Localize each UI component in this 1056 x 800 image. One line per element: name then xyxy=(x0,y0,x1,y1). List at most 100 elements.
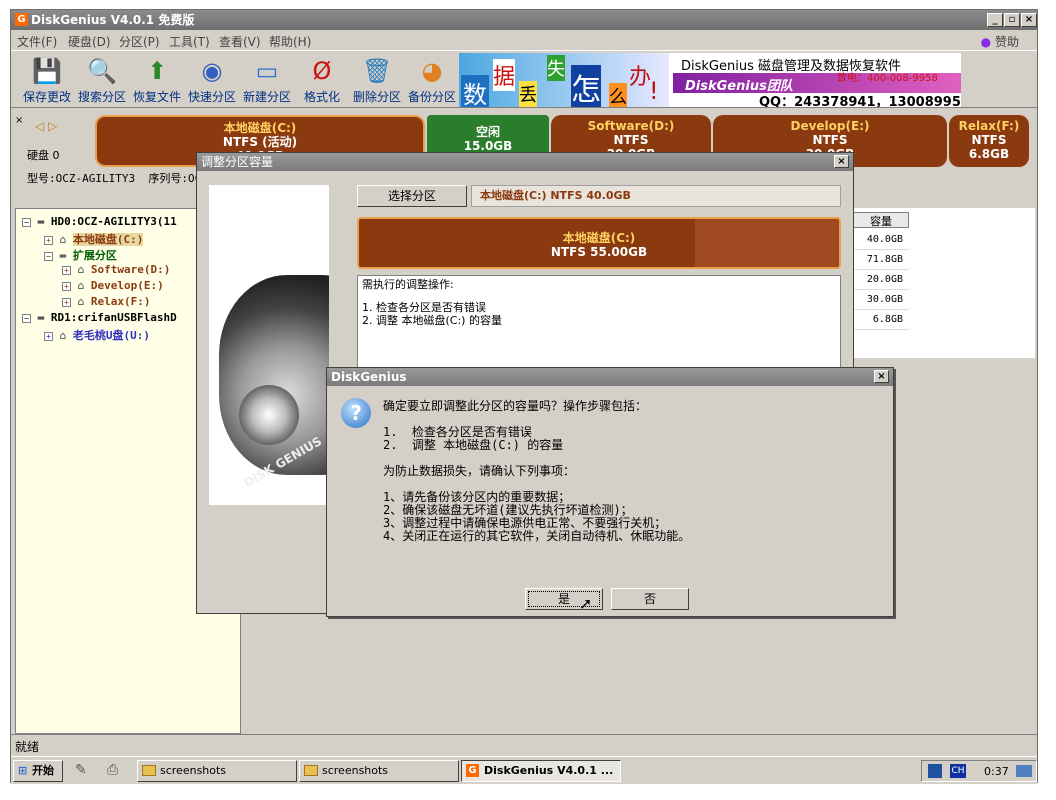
backup-partition-button[interactable]: ◕ 备份分区 xyxy=(404,55,460,105)
banner-char: 据 xyxy=(493,59,516,91)
banner-char: 失 xyxy=(547,55,565,81)
grid-cell[interactable]: 20.0GB xyxy=(853,270,909,290)
tree-partition-f[interactable]: + ⌂ Relax(F:) xyxy=(62,295,150,311)
grid-cell[interactable]: 6.8GB xyxy=(853,310,909,330)
tree-partition-u[interactable]: + ⌂ 老毛桃U盘(U:) xyxy=(44,327,150,343)
task-diskgenius[interactable]: G DiskGenius V4.0.1 ... xyxy=(461,760,621,782)
hard-disk-image: DISK GENIUS xyxy=(209,185,329,505)
disk-model: 型号:OCZ-AGILITY3 xyxy=(27,172,136,185)
donate-icon: ● xyxy=(980,35,992,49)
banner-qq: QQ：243378941，13008995 8 xyxy=(759,95,961,107)
tree-partition-e[interactable]: + ⌂ Develop(E:) xyxy=(62,279,164,295)
confirm-warning: 为防止数据损失，请确认下列事项： xyxy=(383,464,576,478)
expand-icon[interactable]: + xyxy=(62,265,71,275)
disk-serial: 序列号:OC xyxy=(148,172,202,185)
monitor-icon[interactable] xyxy=(928,764,942,778)
quicklaunch-icon[interactable]: ✎ xyxy=(75,762,87,778)
tree-disk-rd1[interactable]: − ▬ RD1:crifanUSBFlashD xyxy=(22,311,177,327)
menu-help[interactable]: 帮助(H) xyxy=(269,33,311,50)
toolbar: 💾 保存更改 🔍 搜索分区 ⬆ 恢复文件 ◉ 快速分区 ▭ 新建分区 Ø 格式化 🗑 删除分区… xyxy=(11,50,1037,108)
mouse-cursor-icon: ➚ xyxy=(579,594,593,613)
banner-phone: 致电：400-008-9958 xyxy=(837,73,938,84)
confirm-step: 2. 调整 本地磁盘(C:) 的容量 xyxy=(383,438,564,452)
magnifier-icon: 🔍 xyxy=(87,57,117,85)
format-button[interactable]: Ø 格式化 xyxy=(294,55,350,105)
tree-extended[interactable]: − ▬ 扩展分区 xyxy=(44,247,117,263)
close-button[interactable]: × xyxy=(834,155,849,168)
dialog-title-bar[interactable]: 调整分区容量 × xyxy=(197,153,853,171)
grid-cell[interactable]: 40.0GB xyxy=(853,230,909,250)
new-disk-icon: ▭ xyxy=(255,57,279,85)
pie-icon: ◕ xyxy=(421,57,443,85)
quick-partition-button[interactable]: ◉ 快速分区 xyxy=(184,55,240,105)
menu-disk[interactable]: 硬盘(D) xyxy=(68,33,111,50)
collapse-icon[interactable]: × xyxy=(15,115,23,126)
partition-fs: NTFS xyxy=(812,133,848,147)
donate-link[interactable]: ● 赞助 xyxy=(981,33,1019,50)
menu-tools[interactable]: 工具(T) xyxy=(169,33,210,50)
title-bar[interactable]: G DiskGenius V4.0.1 免费版 _ ▫ × xyxy=(11,10,1037,30)
status-text: 就绪 xyxy=(15,740,40,754)
grid-cell[interactable]: 30.0GB xyxy=(853,290,909,310)
banner-char: 么 xyxy=(609,83,627,107)
confirm-dialog: DiskGenius × ? 确定要立即调整此分区的容量吗？操作步骤包括： 1. … xyxy=(326,367,894,617)
partition-f-block[interactable]: Relax(F:) NTFS 6.8GB xyxy=(949,115,1029,167)
tree-partition-d[interactable]: + ⌂ Software(D:) xyxy=(62,263,170,279)
partition-name: Relax(F:) xyxy=(958,119,1020,133)
dialog-title: 调整分区容量 xyxy=(201,155,274,169)
recover-files-button[interactable]: ⬆ 恢复文件 xyxy=(129,55,185,105)
drive-icon: ⌂ xyxy=(59,329,67,342)
disk-spindle-shape xyxy=(239,385,299,445)
new-partition-button[interactable]: ▭ 新建分区 xyxy=(239,55,295,105)
expand-icon[interactable]: + xyxy=(44,331,53,341)
tree-disk-hd0[interactable]: − ▬ HD0:OCZ-AGILITY3(11 xyxy=(22,215,177,231)
task-screenshots-2[interactable]: screenshots xyxy=(299,760,459,782)
selected-partition-field: 本地磁盘(C:) NTFS 40.0GB xyxy=(471,185,841,207)
menu-view[interactable]: 查看(V) xyxy=(219,33,261,50)
partition-name: Develop(E:) xyxy=(790,119,870,133)
collapse-icon[interactable]: − xyxy=(44,251,53,261)
grid-header-capacity[interactable]: 容量 xyxy=(853,212,909,228)
question-icon: ? xyxy=(341,398,371,428)
save-icon: 💾 xyxy=(32,57,62,85)
clock: 0:37 xyxy=(984,765,1009,778)
start-button[interactable]: ⊞ 开始 xyxy=(13,760,63,782)
maximize-button[interactable]: ▫ xyxy=(1004,13,1020,27)
menu-file[interactable]: 文件(F) xyxy=(17,33,57,50)
tree-partition-c[interactable]: + ⌂ 本地磁盘(C:) xyxy=(44,231,144,247)
task-screenshots-1[interactable]: screenshots xyxy=(137,760,297,782)
menu-partition[interactable]: 分区(P) xyxy=(119,33,160,50)
expand-icon[interactable]: + xyxy=(62,297,71,307)
prev-disk-icon[interactable]: ◁ ▷ xyxy=(35,119,57,133)
delete-partition-button[interactable]: 🗑 删除分区 xyxy=(349,55,405,105)
partition-name: 空闲 xyxy=(475,125,500,139)
minimize-button[interactable]: _ xyxy=(987,13,1003,27)
dialog-title-bar[interactable]: DiskGenius × xyxy=(327,368,893,386)
partition-fs: NTFS xyxy=(613,133,649,147)
quicklaunch-icon[interactable]: ⎙ xyxy=(107,762,118,778)
drive-icon: ⌂ xyxy=(77,279,85,292)
grid-cell[interactable]: 71.8GB xyxy=(853,250,909,270)
partition-resize-bar[interactable]: 本地磁盘(C:) NTFS 55.00GB xyxy=(357,217,841,269)
close-button[interactable]: × xyxy=(874,370,889,383)
drive-icon: ⌂ xyxy=(77,263,85,276)
no-button[interactable]: 否 xyxy=(611,588,689,610)
expand-icon[interactable]: + xyxy=(44,235,53,245)
drive-icon: ▬ xyxy=(59,249,67,262)
ad-banner[interactable]: 数 据 丢 失 怎 么 办 ! DiskGenius 磁盘管理及数据恢复软件 D… xyxy=(459,53,961,107)
expand-icon[interactable]: + xyxy=(62,281,71,291)
system-tray: CH 0:37 xyxy=(921,760,1037,782)
collapse-icon[interactable]: − xyxy=(22,313,31,323)
save-changes-button[interactable]: 💾 保存更改 xyxy=(19,55,75,105)
drive-icon: ⌂ xyxy=(59,233,67,246)
close-button[interactable]: × xyxy=(1021,13,1037,27)
banner-char: 丢 xyxy=(519,81,537,107)
search-partition-button[interactable]: 🔍 搜索分区 xyxy=(74,55,130,105)
bar-partition-info: NTFS 55.00GB xyxy=(550,245,648,259)
language-indicator[interactable]: CH xyxy=(950,764,966,778)
disk-icon: ▬ xyxy=(37,215,45,228)
collapse-icon[interactable]: − xyxy=(22,217,31,227)
network-icon[interactable] xyxy=(1016,765,1032,777)
partition-name: Software(D:) xyxy=(587,119,675,133)
select-partition-button[interactable]: 选择分区 xyxy=(357,185,467,207)
